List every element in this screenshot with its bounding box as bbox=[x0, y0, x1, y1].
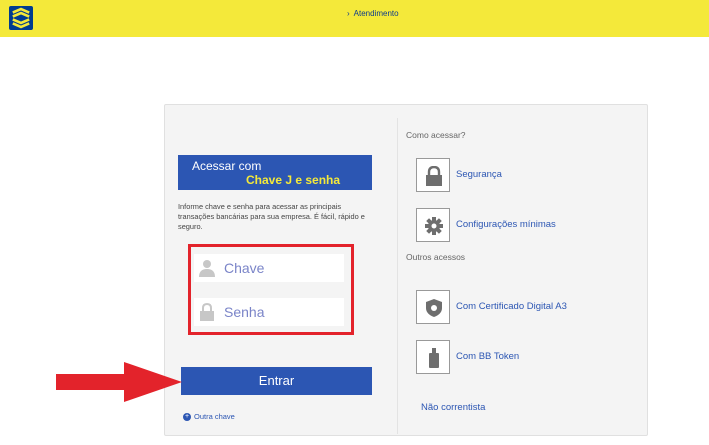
seguranca-label: Segurança bbox=[456, 169, 502, 180]
red-arrow-icon bbox=[56, 362, 182, 402]
senha-input[interactable] bbox=[224, 301, 338, 323]
user-icon bbox=[197, 259, 217, 282]
configuracoes-label: Configurações mínimas bbox=[456, 219, 556, 230]
shield-icon bbox=[416, 290, 450, 324]
outros-acessos-heading: Outros acessos bbox=[406, 252, 466, 262]
login-info-text: Informe chave e senha para acessar as pr… bbox=[178, 202, 365, 231]
plus-circle-icon: + bbox=[183, 413, 191, 422]
bb-token-label: Com BB Token bbox=[456, 351, 520, 362]
nao-correntista-link[interactable]: Não correntista bbox=[421, 402, 485, 413]
top-bar: › Atendimento bbox=[0, 0, 709, 37]
senha-field[interactable] bbox=[194, 298, 344, 326]
atendimento-link[interactable]: › Atendimento bbox=[347, 9, 399, 18]
acessar-title: Acessar com bbox=[192, 159, 262, 173]
lock-icon bbox=[197, 302, 217, 326]
certificado-label: Com Certificado Digital A3 bbox=[456, 301, 567, 312]
atendimento-label: Atendimento bbox=[353, 9, 399, 18]
token-icon bbox=[416, 340, 450, 374]
acessar-header: Acessar com Chave J e senha bbox=[178, 155, 372, 190]
chave-input[interactable] bbox=[224, 257, 338, 279]
lock-icon bbox=[416, 158, 450, 192]
outra-chave-label: Outra chave bbox=[194, 412, 235, 421]
entrar-button[interactable]: Entrar bbox=[181, 367, 372, 395]
chevron-right-icon: › bbox=[347, 9, 350, 18]
outra-chave-link[interactable]: + Outra chave bbox=[183, 412, 235, 422]
panel-divider bbox=[397, 118, 398, 434]
gear-icon bbox=[416, 208, 450, 242]
bb-logo-icon[interactable] bbox=[9, 6, 33, 30]
chave-field[interactable] bbox=[194, 254, 344, 282]
acessar-subtitle: Chave J e senha bbox=[246, 173, 341, 187]
como-acessar-heading: Como acessar? bbox=[406, 130, 466, 140]
